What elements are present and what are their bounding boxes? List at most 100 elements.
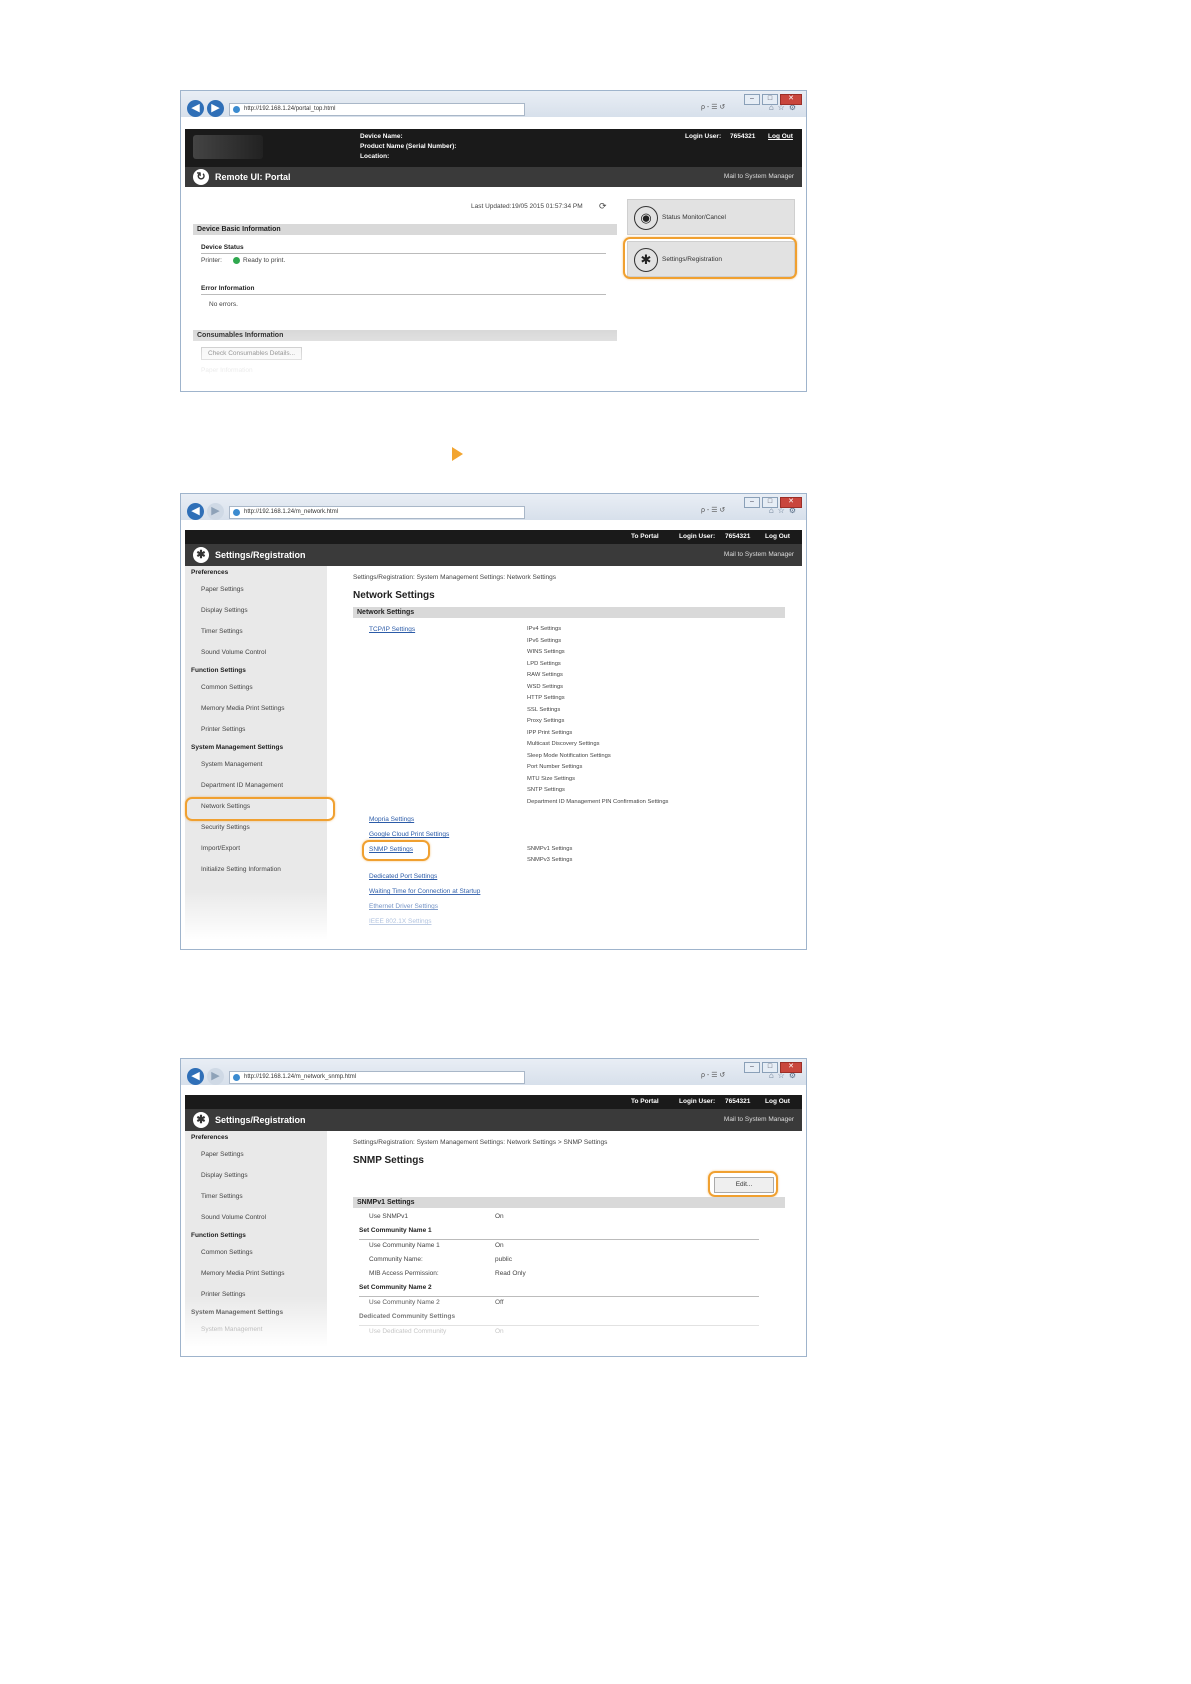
device-status-label: Device Status — [201, 244, 244, 251]
sidebar-item-sound[interactable]: Sound Volume Control — [201, 649, 266, 656]
to-portal-link[interactable]: To Portal — [631, 1098, 659, 1105]
network-settings-header: Network Settings — [353, 607, 785, 618]
back-button[interactable]: ◀ — [187, 100, 204, 117]
sidebar-group-preferences: Preferences — [191, 1134, 229, 1141]
settings-sidebar: Preferences Paper Settings Display Setti… — [185, 566, 327, 949]
back-button[interactable]: ◀ — [187, 1068, 204, 1085]
ethernet-driver-link[interactable]: Ethernet Driver Settings — [369, 903, 438, 910]
screenshot-snmp-settings: ◀ ▶ http://192.168.1.24/m_network_snmp.h… — [180, 1058, 807, 1357]
list-item: RAW Settings — [527, 672, 563, 678]
device-name-label: Device Name: — [360, 133, 403, 140]
google-cloud-print-link[interactable]: Google Cloud Print Settings — [369, 831, 449, 838]
sidebar-item-timer[interactable]: Timer Settings — [201, 628, 243, 635]
back-button[interactable]: ◀ — [187, 503, 204, 520]
mail-link[interactable]: Mail to System Manager — [724, 1116, 794, 1123]
forward-button[interactable]: ▶ — [207, 503, 224, 520]
tcpip-settings-link[interactable]: TCP/IP Settings — [369, 626, 415, 633]
sidebar-item-security[interactable]: Security Settings — [201, 824, 250, 831]
search-refresh-icons[interactable]: ρ - ☰ ↺ — [701, 506, 725, 514]
close-icon: ✕ — [780, 497, 802, 508]
mopria-settings-link[interactable]: Mopria Settings — [369, 816, 414, 823]
to-portal-link[interactable]: To Portal — [631, 533, 659, 540]
table-row: MIB Access Permission: Read Only — [369, 1270, 526, 1277]
settings-title: Settings/Registration — [215, 1115, 306, 1125]
status-ok-icon — [233, 257, 240, 264]
sidebar-item-common[interactable]: Common Settings — [201, 1249, 253, 1256]
status-monitor-button[interactable]: ◉ Status Monitor/Cancel — [627, 199, 795, 235]
settings-title-bar: ✱ Settings/Registration Mail to System M… — [185, 544, 802, 566]
search-refresh-icons[interactable]: ρ - ☰ ↺ — [701, 1071, 725, 1079]
window-controls[interactable]: – □ ✕ — [744, 497, 802, 508]
highlight-edit-button — [708, 1171, 778, 1197]
check-consumables-button[interactable]: Check Consumables Details... — [201, 347, 303, 360]
list-item: Department ID Management PIN Confirmatio… — [527, 798, 669, 805]
sidebar-item-printer[interactable]: Printer Settings — [201, 726, 245, 733]
portal-title: Remote UI: Portal — [215, 172, 291, 182]
eye-icon: ◉ — [634, 206, 658, 230]
mail-link[interactable]: Mail to System Manager — [724, 551, 794, 558]
page-title: SNMP Settings — [353, 1155, 424, 1166]
settings-sidebar: Preferences Paper Settings Display Setti… — [185, 1131, 327, 1356]
device-basic-info-header: Device Basic Information — [193, 224, 617, 235]
maximize-icon: □ — [762, 1062, 778, 1073]
sidebar-item-system-management[interactable]: System Management — [201, 1326, 262, 1333]
list-item: MTU Size Settings — [527, 775, 575, 782]
paper-info-link[interactable]: Paper Information — [201, 367, 253, 374]
sidebar-item-memory[interactable]: Memory Media Print Settings — [201, 1270, 284, 1277]
globe-icon — [233, 106, 240, 113]
sidebar-item-sound[interactable]: Sound Volume Control — [201, 1214, 266, 1221]
address-bar[interactable]: http://192.168.1.24/portal_top.html — [229, 103, 525, 116]
mail-link[interactable]: Mail to System Manager — [724, 173, 794, 180]
remote-ui-icon: ↻ — [193, 169, 209, 185]
logout-link[interactable]: Log Out — [765, 533, 790, 540]
address-bar[interactable]: http://192.168.1.24/m_network.html — [229, 506, 525, 519]
search-refresh-icons[interactable]: ρ - ☰ ↺ — [701, 103, 725, 111]
address-bar[interactable]: http://192.168.1.24/m_network_snmp.html — [229, 1071, 525, 1084]
refresh-icon[interactable]: ⟳ — [599, 201, 607, 212]
portal-title-bar: ↻ Remote UI: Portal Mail to System Manag… — [185, 167, 802, 187]
browser-toolbar: ◀ ▶ http://192.168.1.24/m_network.html ρ… — [181, 494, 806, 520]
window-controls[interactable]: – □ ✕ — [744, 1062, 802, 1073]
forward-button[interactable]: ▶ — [207, 1068, 224, 1085]
sidebar-item-memory[interactable]: Memory Media Print Settings — [201, 705, 284, 712]
list-item: WINS Settings — [527, 649, 565, 655]
sidebar-item-display[interactable]: Display Settings — [201, 1172, 248, 1179]
sidebar-item-display[interactable]: Display Settings — [201, 607, 248, 614]
sidebar-item-import-export[interactable]: Import/Export — [201, 845, 240, 852]
settings-title: Settings/Registration — [215, 550, 306, 560]
sidebar-item-printer[interactable]: Printer Settings — [201, 1291, 245, 1298]
forward-button[interactable]: ▶ — [207, 100, 224, 117]
location-label: Location: — [360, 153, 390, 160]
settings-title-bar: ✱ Settings/Registration Mail to System M… — [185, 1109, 802, 1131]
ieee-link[interactable]: IEEE 802.1X Settings — [369, 918, 432, 925]
list-item: IPP Print Settings — [527, 729, 573, 736]
sidebar-item-department[interactable]: Department ID Management — [201, 782, 283, 789]
logout-link[interactable]: Log Out — [768, 133, 793, 140]
last-updated: Last Updated:19/05 2015 01:57:34 PM — [471, 203, 583, 210]
consumables-info-header: Consumables Information — [193, 330, 617, 341]
screenshot-network-settings: ◀ ▶ http://192.168.1.24/m_network.html ρ… — [180, 493, 807, 950]
list-item: Multicast Discovery Settings — [527, 741, 600, 747]
product-name-label: Product Name (Serial Number): — [360, 143, 457, 150]
snmpv1-settings-header: SNMPv1 Settings — [353, 1197, 785, 1208]
highlight-snmp-settings — [362, 840, 430, 861]
sidebar-item-timer[interactable]: Timer Settings — [201, 1193, 243, 1200]
sidebar-item-common[interactable]: Common Settings — [201, 684, 253, 691]
login-user-value: 7654321 — [725, 533, 751, 540]
minimize-icon: – — [744, 94, 760, 105]
highlight-network-settings — [185, 797, 335, 821]
breadcrumb: Settings/Registration: System Management… — [353, 574, 557, 581]
window-controls[interactable]: – □ ✕ — [744, 94, 802, 105]
logout-link[interactable]: Log Out — [765, 1098, 790, 1105]
maximize-icon: □ — [762, 497, 778, 508]
sidebar-item-paper[interactable]: Paper Settings — [201, 1151, 244, 1158]
dedicated-port-link[interactable]: Dedicated Port Settings — [369, 873, 437, 880]
brand-logo — [193, 135, 263, 159]
sidebar-item-paper[interactable]: Paper Settings — [201, 586, 244, 593]
highlight-settings-registration — [623, 237, 797, 279]
sidebar-item-initialize[interactable]: Initialize Setting Information — [201, 866, 281, 873]
sidebar-item-system-management[interactable]: System Management — [201, 761, 262, 768]
waiting-time-link[interactable]: Waiting Time for Connection at Startup — [369, 888, 480, 895]
list-item: Sleep Mode Notification Settings — [527, 752, 611, 759]
error-info-label: Error Information — [201, 285, 255, 292]
